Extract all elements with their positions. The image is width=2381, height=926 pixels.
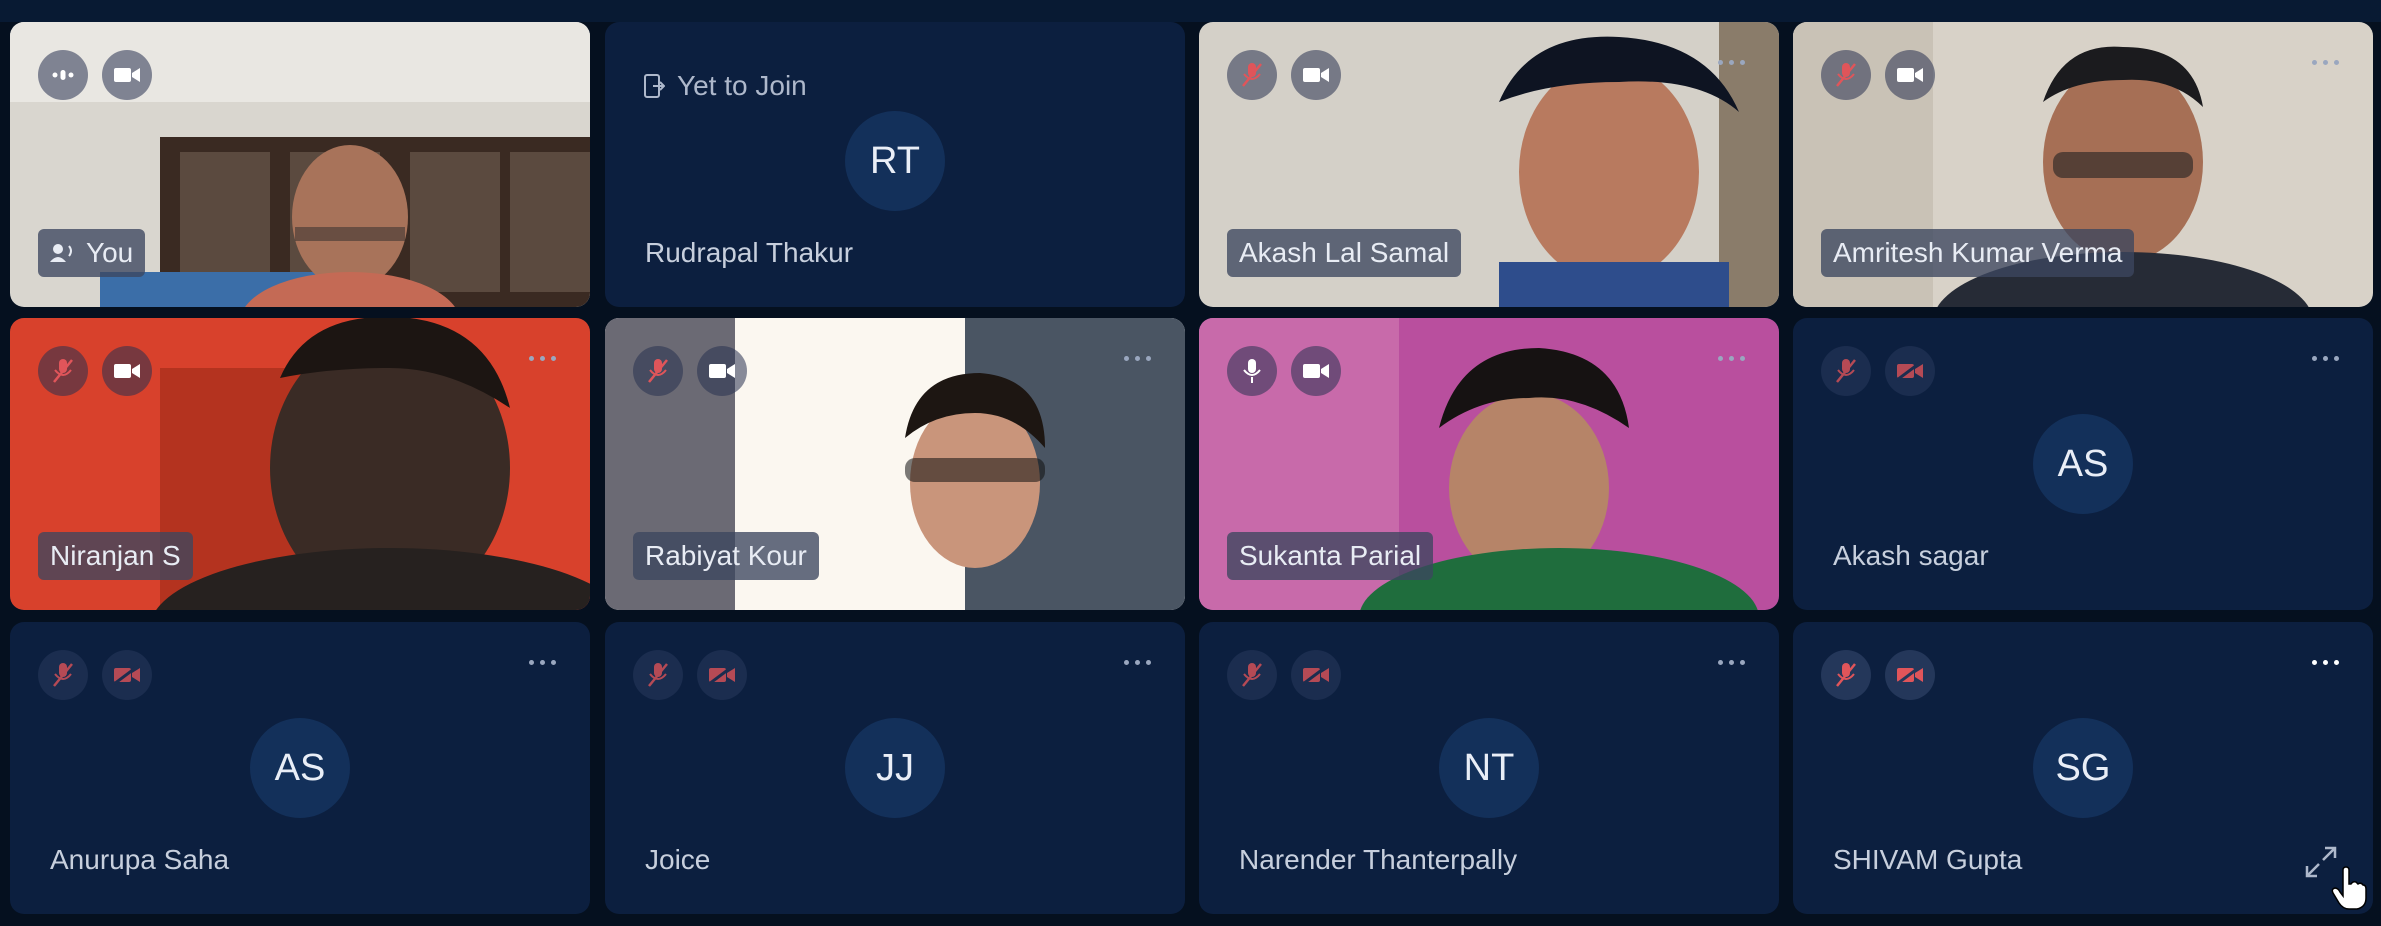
participant-name: Akash sagar: [1833, 540, 1989, 571]
camera-off-icon[interactable]: [1885, 650, 1935, 700]
join-status-text: Yet to Join: [677, 70, 807, 101]
mic-muted-icon[interactable]: [38, 346, 88, 396]
participant-tile-shivam-gupta[interactable]: SG SHIVAM Gupta: [1793, 622, 2373, 914]
join-status: Yet to Join: [643, 70, 807, 102]
avatar: AS: [2033, 414, 2133, 514]
participant-tile-rudrapal-thakur[interactable]: Yet to Join RT Rudrapal Thakur: [605, 22, 1185, 307]
hand-cursor-icon: [2331, 866, 2367, 910]
media-controls: [633, 650, 747, 700]
avatar: AS: [250, 718, 350, 818]
mic-muted-icon[interactable]: [38, 650, 88, 700]
participant-name: Niranjan S: [38, 532, 193, 580]
camera-off-icon[interactable]: [102, 650, 152, 700]
participant-name: Sukanta Parial: [1227, 532, 1434, 580]
camera-on-icon[interactable]: [1291, 50, 1341, 100]
mic-muted-icon[interactable]: [1227, 50, 1277, 100]
more-options-icon[interactable]: [522, 346, 562, 370]
participant-name: Akash Lal Samal: [1227, 229, 1462, 277]
participant-name: Rabiyat Kour: [633, 532, 819, 580]
media-controls: [633, 346, 747, 396]
mic-muted-icon[interactable]: [1821, 650, 1871, 700]
participant-tile-anurupa-saha[interactable]: AS Anurupa Saha: [10, 622, 590, 914]
more-options-icon[interactable]: [1711, 346, 1751, 370]
participant-grid: You Yet to Join RT Rudrapal Thakur Akash: [0, 0, 2381, 926]
media-controls: [38, 50, 152, 100]
more-options-icon[interactable]: [1117, 346, 1157, 370]
camera-off-icon[interactable]: [1291, 650, 1341, 700]
participant-tile-akash-lal-samal[interactable]: Akash Lal Samal: [1199, 22, 1779, 307]
participant-name: You: [86, 237, 134, 268]
mic-muted-icon[interactable]: [1821, 50, 1871, 100]
participant-tile-narender-thanterpally[interactable]: NT Narender Thanterpally: [1199, 622, 1779, 914]
participant-tile-niranjan-s[interactable]: Niranjan S: [10, 318, 590, 610]
participant-tile-you[interactable]: You: [10, 22, 590, 307]
media-controls: [1227, 50, 1341, 100]
more-options-icon[interactable]: [1711, 650, 1751, 674]
mic-muted-icon[interactable]: [633, 346, 683, 396]
participant-name: Joice: [645, 844, 711, 875]
participant-name: SHIVAM Gupta: [1833, 844, 2023, 875]
avatar: RT: [845, 111, 945, 211]
camera-on-icon[interactable]: [1885, 50, 1935, 100]
media-controls: [1821, 650, 1935, 700]
avatar: SG: [2033, 718, 2133, 818]
camera-on-icon[interactable]: [697, 346, 747, 396]
camera-on-icon[interactable]: [102, 346, 152, 396]
avatar: NT: [1439, 718, 1539, 818]
mic-muted-icon[interactable]: [1821, 346, 1871, 396]
participant-name: Anurupa Saha: [50, 844, 230, 875]
media-controls: [1821, 50, 1935, 100]
more-options-icon[interactable]: [1117, 650, 1157, 674]
camera-on-icon[interactable]: [1291, 346, 1341, 396]
participant-name: Narender Thanterpally: [1239, 844, 1518, 875]
media-controls: [1227, 650, 1341, 700]
participant-name-tag: You: [38, 229, 146, 277]
media-controls: [38, 650, 152, 700]
mic-muted-icon[interactable]: [633, 650, 683, 700]
media-controls: [1821, 346, 1935, 396]
participant-tile-joice[interactable]: JJ Joice: [605, 622, 1185, 914]
camera-off-icon[interactable]: [1885, 346, 1935, 396]
participant-tile-akash-sagar[interactable]: AS Akash sagar: [1793, 318, 2373, 610]
more-options-icon[interactable]: [2305, 346, 2345, 370]
more-options-icon[interactable]: [522, 650, 562, 674]
media-controls: [1227, 346, 1341, 396]
camera-on-icon[interactable]: [102, 50, 152, 100]
speaker-icon: [50, 244, 72, 262]
speaking-indicator-icon[interactable]: [38, 50, 88, 100]
mic-on-icon[interactable]: [1227, 346, 1277, 396]
mic-muted-icon[interactable]: [1227, 650, 1277, 700]
camera-off-icon[interactable]: [697, 650, 747, 700]
avatar: JJ: [845, 718, 945, 818]
more-options-icon[interactable]: [2305, 650, 2345, 674]
participant-name: Amritesh Kumar Verma: [1821, 229, 2135, 277]
participant-name: Rudrapal Thakur: [645, 237, 854, 268]
exit-door-icon: [644, 74, 665, 98]
more-options-icon[interactable]: [2305, 50, 2345, 74]
participant-tile-sukanta-parial[interactable]: Sukanta Parial: [1199, 318, 1779, 610]
participant-tile-amritesh-kumar-verma[interactable]: Amritesh Kumar Verma: [1793, 22, 2373, 307]
media-controls: [38, 346, 152, 396]
more-options-icon[interactable]: [1711, 50, 1751, 74]
participant-tile-rabiyat-kour[interactable]: Rabiyat Kour: [605, 318, 1185, 610]
